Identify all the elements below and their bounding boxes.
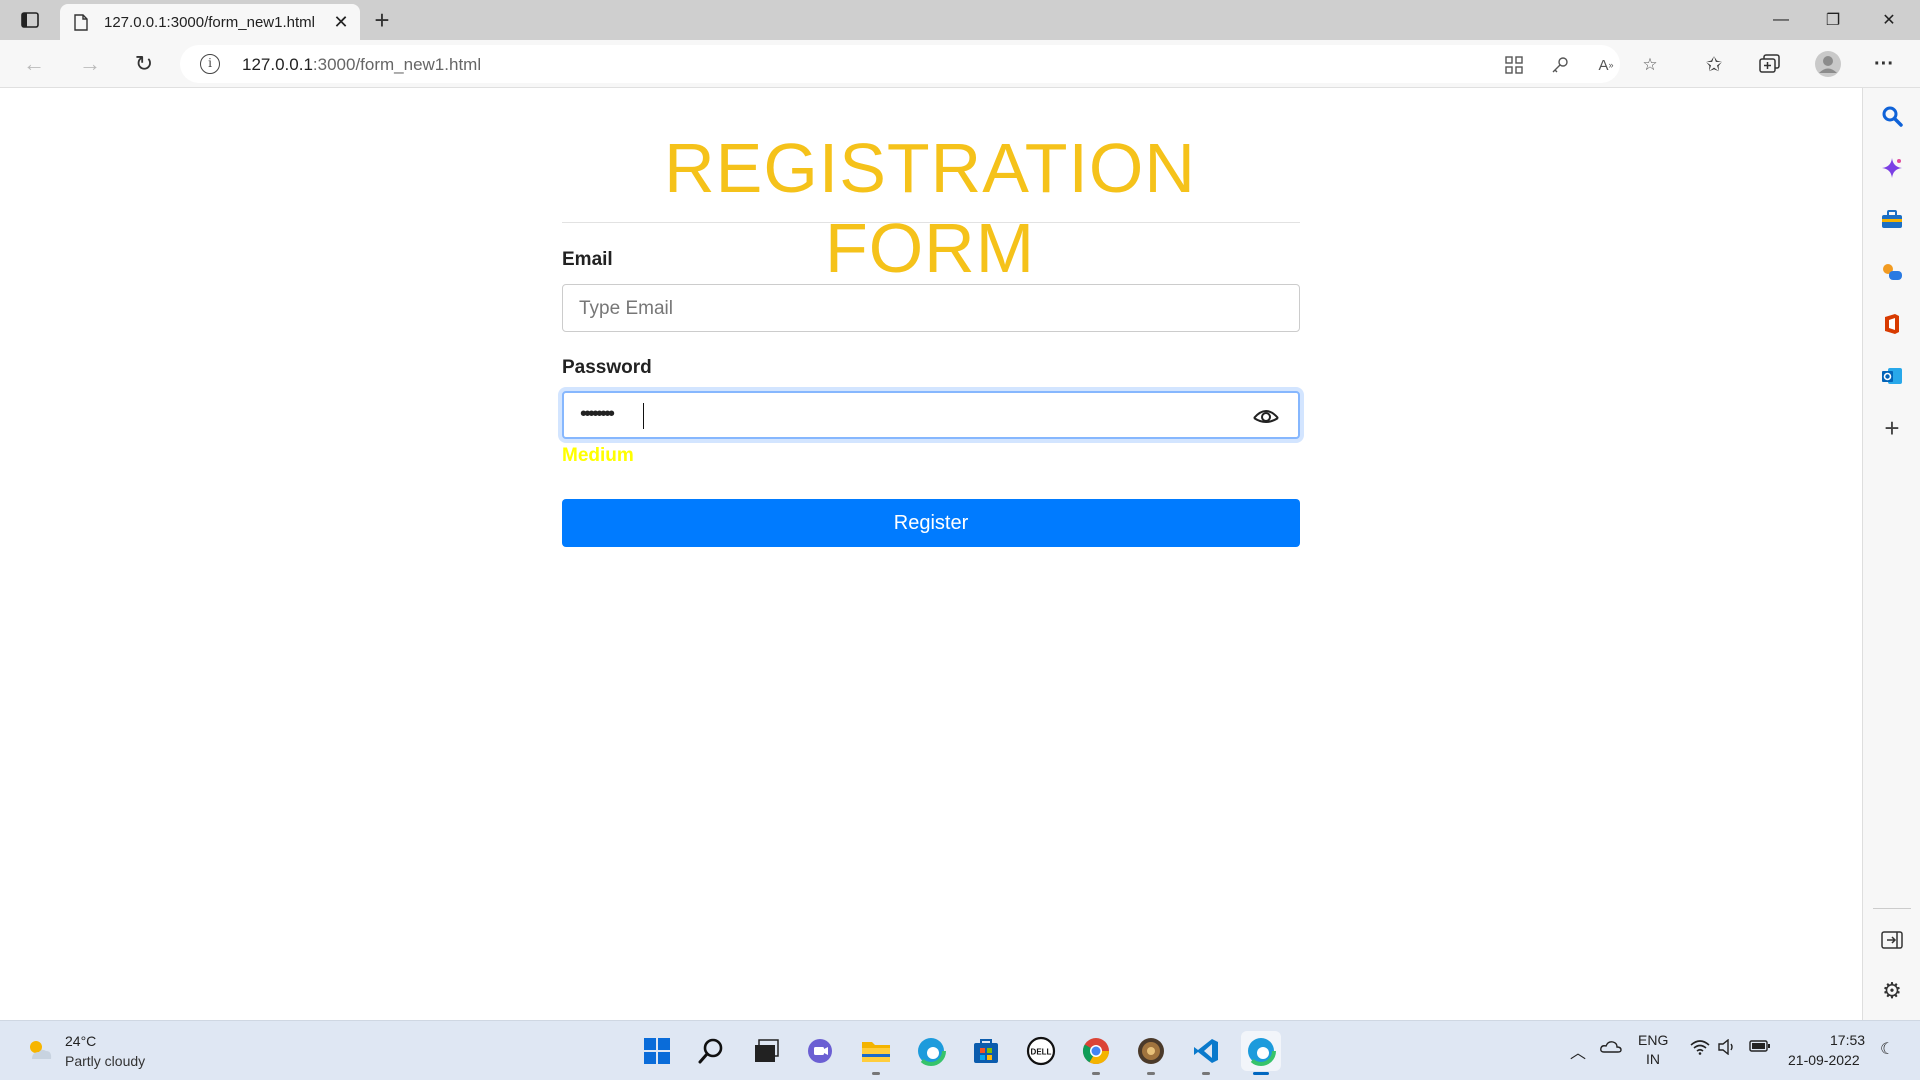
- password-label: Password: [562, 357, 652, 378]
- text-caret: [643, 403, 644, 429]
- page-title: REGISTRATION FORM: [664, 129, 1196, 287]
- favorites-icon[interactable]: ✩: [1698, 48, 1730, 80]
- outlook-icon[interactable]: [1878, 362, 1906, 390]
- weather-description[interactable]: Partly cloudy: [65, 1053, 145, 1069]
- app-available-icon[interactable]: [1502, 53, 1526, 77]
- teams-chat-icon[interactable]: [801, 1031, 841, 1071]
- show-hidden-icons-icon[interactable]: ︿: [1570, 1039, 1586, 1063]
- hide-sidebar-icon[interactable]: [1878, 926, 1906, 954]
- wifi-icon[interactable]: [1690, 1039, 1710, 1060]
- search-icon[interactable]: [1878, 102, 1906, 130]
- url-path: :3000/form_new1.html: [312, 55, 482, 74]
- focus-assist-icon[interactable]: ☾: [1880, 1039, 1894, 1059]
- password-value: ••••••••: [580, 403, 615, 425]
- title-divider: [562, 222, 1300, 223]
- onedrive-icon[interactable]: [1600, 1039, 1622, 1058]
- edge-active-icon[interactable]: [1241, 1031, 1281, 1075]
- reload-button[interactable]: ↻: [128, 48, 160, 80]
- show-password-icon[interactable]: [1252, 406, 1280, 426]
- tab-title: 127.0.0.1:3000/form_new1.html: [104, 14, 315, 31]
- games-icon[interactable]: [1878, 258, 1906, 286]
- email-placeholder: Type Email: [579, 298, 673, 319]
- add-favorite-icon[interactable]: ☆: [1638, 53, 1662, 77]
- vscode-icon[interactable]: [1186, 1031, 1226, 1075]
- add-icon[interactable]: +: [1878, 413, 1906, 443]
- password-strength-text: Medium: [562, 445, 634, 466]
- windows-taskbar: 24°C Partly cloudy DELL ︿ ENG IN 17:53 2…: [0, 1020, 1920, 1080]
- game-app-icon[interactable]: [1131, 1031, 1171, 1075]
- site-info-icon[interactable]: i: [200, 54, 220, 74]
- search-icon[interactable]: [691, 1031, 731, 1071]
- minimize-button[interactable]: —: [1758, 4, 1804, 36]
- back-button[interactable]: ←: [18, 48, 50, 80]
- task-view-icon[interactable]: [746, 1031, 786, 1071]
- settings-icon[interactable]: ⚙: [1878, 977, 1906, 1005]
- browser-toolbar: ← → ↻ i 127.0.0.1:3000/form_new1.html A»…: [0, 40, 1920, 88]
- copilot-icon[interactable]: [1878, 154, 1906, 182]
- clock-time[interactable]: 17:53: [1830, 1032, 1865, 1048]
- edge-icon[interactable]: [911, 1031, 951, 1071]
- url-text[interactable]: 127.0.0.1:3000/form_new1.html: [242, 55, 481, 75]
- running-indicator: [872, 1072, 880, 1075]
- new-tab-button[interactable]: +: [368, 5, 396, 35]
- language-region[interactable]: IN: [1646, 1051, 1660, 1067]
- more-icon[interactable]: ···: [1868, 48, 1900, 80]
- key-icon[interactable]: [1548, 53, 1572, 77]
- tab-actions-icon: [21, 12, 39, 28]
- volume-icon[interactable]: [1717, 1038, 1737, 1060]
- restore-button[interactable]: ❐: [1810, 4, 1856, 36]
- dell-icon[interactable]: DELL: [1021, 1031, 1061, 1071]
- tools-icon[interactable]: [1878, 206, 1906, 234]
- password-field[interactable]: ••••••••: [562, 391, 1300, 439]
- email-field[interactable]: Type Email: [562, 284, 1300, 332]
- tab-actions-button[interactable]: [16, 8, 44, 32]
- edge-sidebar: + ⚙: [1862, 88, 1920, 1020]
- collections-icon[interactable]: [1754, 48, 1786, 80]
- battery-icon[interactable]: [1749, 1039, 1771, 1058]
- partly-cloudy-icon[interactable]: [24, 1035, 54, 1065]
- close-window-button[interactable]: ✕: [1866, 4, 1912, 36]
- register-button[interactable]: Register: [562, 499, 1300, 547]
- sidebar-divider: [1873, 908, 1911, 909]
- svg-text:DELL: DELL: [1031, 1048, 1052, 1057]
- browser-tab-bar: 127.0.0.1:3000/form_new1.html ✕ + — ❐ ✕: [0, 0, 1920, 40]
- forward-button[interactable]: →: [74, 48, 106, 80]
- chrome-icon[interactable]: [1076, 1031, 1116, 1075]
- read-aloud-icon[interactable]: A»: [1594, 53, 1618, 77]
- page-icon: [74, 14, 88, 31]
- tab-close-icon[interactable]: ✕: [330, 11, 352, 33]
- language-indicator[interactable]: ENG: [1638, 1032, 1668, 1048]
- email-label: Email: [562, 249, 613, 270]
- start-icon[interactable]: [637, 1031, 677, 1071]
- url-host: 127.0.0.1: [242, 55, 313, 74]
- weather-temperature[interactable]: 24°C: [65, 1033, 96, 1049]
- store-icon[interactable]: [966, 1031, 1006, 1071]
- active-indicator: [1253, 1072, 1269, 1075]
- profile-icon[interactable]: [1812, 48, 1844, 80]
- running-indicator: [1147, 1072, 1155, 1075]
- browser-tab-active[interactable]: 127.0.0.1:3000/form_new1.html ✕: [60, 4, 360, 40]
- file-explorer-icon[interactable]: [856, 1031, 896, 1075]
- running-indicator: [1092, 1072, 1100, 1075]
- page-content: REGISTRATION FORM Email Type Email Passw…: [0, 88, 1862, 1020]
- office-icon[interactable]: [1878, 310, 1906, 338]
- clock-date[interactable]: 21-09-2022: [1788, 1052, 1860, 1068]
- address-bar[interactable]: i 127.0.0.1:3000/form_new1.html A» ☆: [180, 45, 1658, 83]
- running-indicator: [1202, 1072, 1210, 1075]
